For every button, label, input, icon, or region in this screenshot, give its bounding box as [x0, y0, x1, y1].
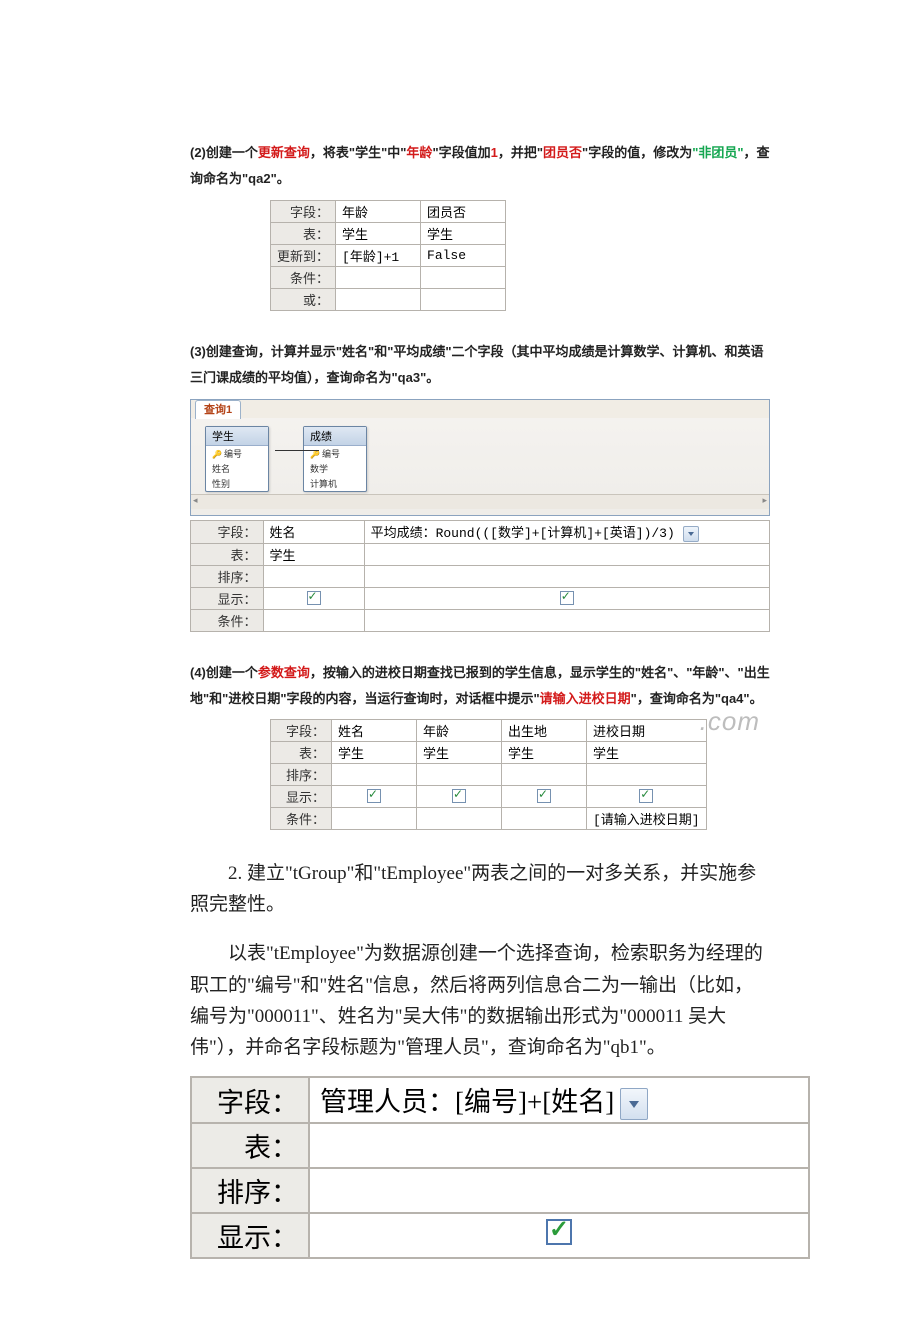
show-checkbox[interactable]: [452, 789, 466, 803]
table-row: 或：: [271, 289, 506, 311]
query-tab[interactable]: 查询1: [195, 400, 241, 419]
table-row: 显示：: [271, 785, 707, 807]
table-row: 排序：: [271, 763, 707, 785]
paragraph-2: 以表"tEmployee"为数据源创建一个选择查询，检索职务为经理的职工的"编号…: [190, 938, 770, 1063]
show-checkbox[interactable]: [367, 789, 381, 803]
q2-instruction: (2)创建一个更新查询，将表"学生"中"年龄"字段值加1，并把"团员否"字段的值…: [190, 140, 770, 192]
show-checkbox[interactable]: [546, 1219, 572, 1245]
key-icon: 🔑: [212, 450, 222, 459]
table-row: 条件：: [271, 267, 506, 289]
scroll-right-icon[interactable]: ▸: [762, 495, 767, 509]
table-row: 条件：: [191, 609, 770, 631]
show-checkbox[interactable]: [560, 591, 574, 605]
q4-instruction: (4)创建一个参数查询，按输入的进校日期查找已报到的学生信息，显示学生的"姓名"…: [190, 660, 770, 712]
q3-instruction: (3)创建查询，计算并显示"姓名"和"平均成绩"二个字段（其中平均成绩是计算数学…: [190, 339, 770, 391]
table-row: 更新到：[年龄]+1False: [271, 245, 506, 267]
table-row: 显示：: [191, 1213, 809, 1258]
q3-grid: 字段：姓名平均成绩：Round(([数学]+[计算机]+[英语])/3) 表：学…: [190, 520, 770, 632]
show-checkbox[interactable]: [639, 789, 653, 803]
table-row: 表：: [191, 1123, 809, 1168]
big-grid: 字段： 管理人员：[编号]+[姓名] 表： 排序： 显示：: [190, 1076, 810, 1260]
q2-grid: 字段：年龄团员否 表：学生学生 更新到：[年龄]+1False 条件： 或：: [270, 200, 506, 311]
table-box-student[interactable]: 学生 🔑编号 姓名 性别: [205, 426, 269, 492]
table-row: 排序：: [191, 565, 770, 587]
table-row: 条件： [请输入进校日期]: [271, 807, 707, 829]
table-row: 显示：: [191, 587, 770, 609]
table-row: 字段：姓名平均成绩：Round(([数学]+[计算机]+[英语])/3): [191, 521, 770, 544]
table-row: 字段： 姓名 年龄 出生地 进校日期: [271, 719, 707, 741]
chevron-down-icon[interactable]: [620, 1088, 648, 1120]
table-box-score[interactable]: 成绩 🔑编号 数学 计算机: [303, 426, 367, 492]
scrollbar[interactable]: ◂▸: [191, 494, 769, 509]
q4-grid: 字段： 姓名 年龄 出生地 进校日期 表： 学生 学生 学生 学生 排序： 显示…: [270, 719, 707, 830]
join-line-icon: [275, 446, 319, 456]
table-row: 字段：年龄团员否: [271, 201, 506, 223]
table-row: 字段： 管理人员：[编号]+[姓名]: [191, 1077, 809, 1124]
paragraph-1: 2. 建立"tGroup"和"tEmployee"两表之间的一对多关系，并实施参…: [190, 858, 770, 921]
show-checkbox[interactable]: [537, 789, 551, 803]
show-checkbox[interactable]: [307, 591, 321, 605]
table-row: 表：学生学生: [271, 223, 506, 245]
scroll-left-icon[interactable]: ◂: [193, 495, 198, 509]
table-row: 表：学生: [191, 543, 770, 565]
table-row: 表： 学生 学生 学生 学生: [271, 741, 707, 763]
q3-design-view: 查询1 学生 🔑编号 姓名 性别 成绩 🔑编号 数学 计算机 ◂▸: [190, 399, 770, 516]
table-row: 排序：: [191, 1168, 809, 1213]
chevron-down-icon[interactable]: [683, 526, 699, 542]
